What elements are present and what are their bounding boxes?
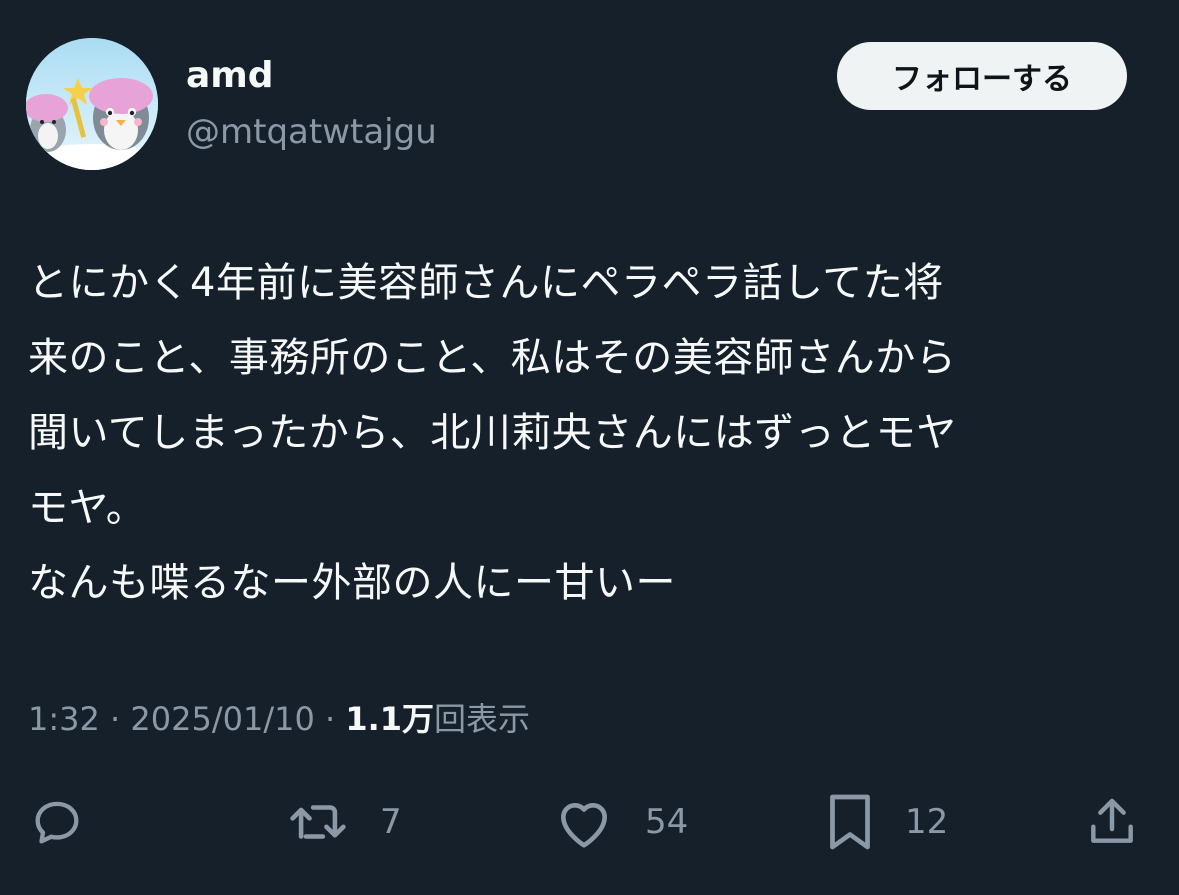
tweet-text: とにかく4年前に美容師さんにペラペラ話してた将 来のこと、事務所のこと、私はその… bbox=[28, 260, 957, 606]
views-label: 回表示 bbox=[434, 700, 531, 738]
heart-icon bbox=[561, 802, 607, 848]
retweet-icon bbox=[290, 805, 346, 839]
meta-separator: · bbox=[314, 700, 346, 738]
meta-separator: · bbox=[99, 700, 131, 738]
bookmark-count: 12 bbox=[905, 802, 949, 842]
follow-button[interactable]: フォローする bbox=[837, 42, 1127, 110]
like-button[interactable]: 54 bbox=[553, 790, 688, 854]
display-name[interactable]: amd bbox=[186, 54, 274, 98]
share-button[interactable] bbox=[1084, 790, 1140, 854]
user-handle[interactable]: @mtqatwtajgu bbox=[186, 110, 437, 154]
share-icon bbox=[1091, 798, 1133, 843]
views-count: 1.1万 bbox=[345, 700, 435, 738]
tweet-meta: 1:32 · 2025/01/10 · 1.1万回表示 bbox=[28, 697, 530, 741]
like-count: 54 bbox=[645, 802, 689, 842]
bookmark-icon bbox=[830, 794, 870, 850]
tweet-card: amd @mtqatwtajgu フォローする とにかく4年前に美容師さんにペラ… bbox=[0, 0, 1179, 895]
bookmark-button[interactable]: 12 bbox=[825, 790, 948, 854]
reply-icon bbox=[35, 801, 79, 844]
reply-button[interactable] bbox=[28, 790, 86, 854]
retweet-count: 7 bbox=[380, 802, 402, 842]
avatar-illustration bbox=[26, 38, 158, 170]
action-bar: 7 54 12 bbox=[0, 790, 1179, 854]
avatar[interactable] bbox=[26, 38, 158, 170]
retweet-button[interactable]: 7 bbox=[286, 790, 402, 854]
tweet-date[interactable]: 2025/01/10 bbox=[130, 700, 314, 738]
tweet-time[interactable]: 1:32 bbox=[28, 700, 100, 738]
